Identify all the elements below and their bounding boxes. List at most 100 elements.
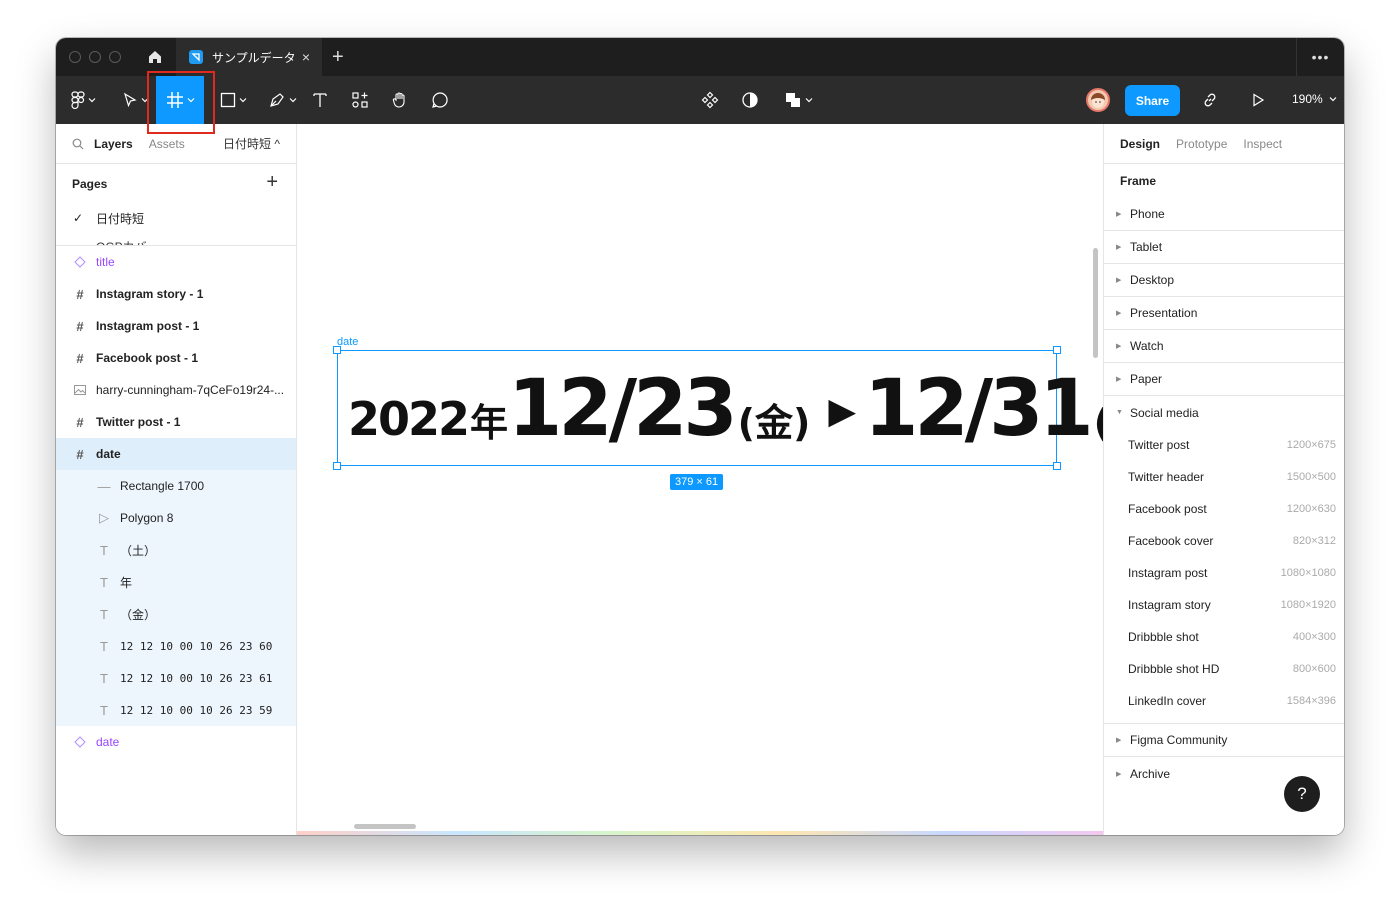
preset-size: 400×300 — [1292, 631, 1336, 643]
preset-item[interactable]: Facebook post 1200×630 — [1104, 493, 1344, 525]
category-label: Archive — [1130, 766, 1171, 781]
boolean-ops-button[interactable] — [776, 76, 820, 124]
comment-icon — [432, 92, 448, 108]
shape-tool[interactable] — [214, 76, 252, 124]
preset-item[interactable]: Dribbble shot HD 800×600 — [1104, 653, 1344, 685]
text-icon: T — [100, 542, 108, 558]
layer-item[interactable]: T 12 12 10 00 10 26 23 61 — [56, 662, 296, 694]
preset-category[interactable]: ▶ Desktop — [1104, 264, 1344, 297]
preset-category[interactable]: ▶ Tablet — [1104, 231, 1344, 264]
dimension-badge: 379 × 61 — [670, 474, 724, 490]
preset-name: Twitter header — [1128, 470, 1205, 484]
layer-item[interactable]: # Twitter post - 1 — [56, 406, 296, 438]
layer-item[interactable]: harry-cunningham-7qCeFo19r24-... — [56, 374, 296, 406]
tab-design[interactable]: Design — [1120, 137, 1160, 151]
page-item[interactable]: ✓ 日付時短 — [56, 204, 296, 232]
hand-tool[interactable] — [386, 76, 414, 124]
frame-icon: # — [76, 350, 84, 366]
page-item[interactable]: OGPカバ — [56, 232, 296, 246]
frame-icon: # — [76, 318, 84, 334]
preset-item[interactable]: Instagram story 1080×1920 — [1104, 589, 1344, 621]
tab-assets[interactable]: Assets — [149, 137, 185, 151]
layer-item[interactable]: ▷ Polygon 8 — [56, 502, 296, 534]
add-page-button[interactable]: + — [266, 171, 278, 194]
tab-layers[interactable]: Layers — [94, 137, 133, 151]
layer-label: Instagram story - 1 — [96, 287, 204, 301]
user-avatar[interactable] — [1086, 88, 1110, 112]
caret-right-icon: ▶ — [1116, 770, 1122, 778]
caret-right-icon: ▶ — [1116, 277, 1122, 284]
help-button[interactable]: ? — [1284, 776, 1320, 812]
copy-link-button[interactable] — [1196, 76, 1224, 124]
layer-item[interactable]: T 12 12 10 00 10 26 23 59 — [56, 694, 296, 726]
zoom-dropdown[interactable]: 190% — [1292, 92, 1337, 106]
component-instance-icon — [73, 255, 87, 269]
start-weekday-text: (金) — [737, 400, 811, 445]
tab-prototype[interactable]: Prototype — [1176, 137, 1227, 151]
resources-tool[interactable] — [346, 76, 374, 124]
mask-button[interactable] — [736, 76, 764, 124]
text-tool[interactable] — [306, 76, 334, 124]
layer-item[interactable]: T 年 — [56, 566, 296, 598]
layer-item[interactable]: date — [56, 726, 296, 758]
layer-item[interactable]: # Instagram story - 1 — [56, 278, 296, 310]
layer-item[interactable]: title — [56, 246, 296, 278]
pen-tool[interactable] — [262, 76, 302, 124]
caret-down-icon: ▼ — [1116, 409, 1123, 416]
tab-inspect[interactable]: Inspect — [1243, 137, 1282, 151]
preset-item[interactable]: Dribbble shot 400×300 — [1104, 621, 1344, 653]
share-button[interactable]: Share — [1125, 85, 1180, 116]
current-page-dropdown[interactable]: 日付時短 ^ — [223, 135, 280, 152]
category-label: Presentation — [1130, 306, 1198, 320]
horizontal-scrollbar[interactable] — [354, 824, 416, 829]
preset-item[interactable]: Instagram post 1080×1080 — [1104, 557, 1344, 589]
close-tab-icon[interactable]: × — [302, 49, 310, 65]
preset-item[interactable]: Facebook cover 820×312 — [1104, 525, 1344, 557]
layer-label: harry-cunningham-7qCeFo19r24-... — [96, 383, 285, 397]
preset-category[interactable]: ▶ Figma Community — [1104, 724, 1344, 757]
text-icon: T — [100, 638, 108, 654]
preset-item[interactable]: LinkedIn cover 1584×396 — [1104, 685, 1344, 717]
text-icon — [313, 93, 327, 107]
preset-name: Instagram post — [1128, 566, 1208, 580]
preset-size: 820×312 — [1292, 535, 1336, 547]
preset-category[interactable]: ▶ Paper — [1104, 363, 1344, 396]
selected-date-frame[interactable]: 2022 年 12/23 (金) ▶ 12/31 (土) — [333, 346, 1103, 470]
preset-category[interactable]: ▶ Watch — [1104, 330, 1344, 363]
category-label: Phone — [1130, 207, 1165, 221]
search-icon[interactable] — [72, 138, 84, 150]
preset-name: Dribbble shot — [1128, 630, 1199, 644]
resize-handle-top-left[interactable] — [333, 346, 341, 354]
social-media-presets: Twitter post 1200×675 Twitter header 1500×… — [1104, 429, 1344, 724]
layer-item-selected[interactable]: # date — [56, 438, 296, 470]
year-text: 2022 — [348, 392, 470, 446]
preset-category-open[interactable]: ▼ Social media — [1104, 396, 1344, 429]
preset-category[interactable]: ▶ Phone — [1104, 198, 1344, 231]
preset-item[interactable]: Twitter post 1200×675 — [1104, 429, 1344, 461]
new-tab-button[interactable]: + — [332, 46, 344, 69]
link-icon — [1204, 93, 1216, 107]
main-menu-button[interactable] — [66, 76, 100, 124]
more-options-button[interactable]: ••• — [1296, 38, 1344, 76]
year-kanji-text: 年 — [470, 400, 509, 445]
canvas[interactable]: date 2022 年 12/23 (金) ▶ 12/31 (土) 379 × … — [297, 124, 1103, 835]
layer-item[interactable]: T （土） — [56, 534, 296, 566]
design-panel: Design Prototype Inspect Frame ▶ Phone ▶ T… — [1103, 124, 1344, 835]
preset-category[interactable]: ▶ Presentation — [1104, 297, 1344, 330]
comment-tool[interactable] — [426, 76, 454, 124]
layer-item[interactable]: T 12 12 10 00 10 26 23 60 — [56, 630, 296, 662]
resize-handle-bottom-left[interactable] — [333, 462, 341, 470]
create-component-button[interactable] — [696, 76, 724, 124]
layer-item[interactable]: T （金） — [56, 598, 296, 630]
vertical-scrollbar[interactable] — [1093, 248, 1098, 358]
window-minimize-dot[interactable] — [89, 51, 101, 63]
layer-item[interactable]: — Rectangle 1700 — [56, 470, 296, 502]
window-close-dot[interactable] — [69, 51, 81, 63]
caret-right-icon: ▶ — [1116, 310, 1122, 317]
layer-item[interactable]: # Instagram post - 1 — [56, 310, 296, 342]
layer-item[interactable]: # Facebook post - 1 — [56, 342, 296, 374]
preset-item[interactable]: Twitter header 1500×500 — [1104, 461, 1344, 493]
window-zoom-dot[interactable] — [109, 51, 121, 63]
present-button[interactable] — [1244, 76, 1272, 124]
text-icon: T — [100, 574, 108, 590]
